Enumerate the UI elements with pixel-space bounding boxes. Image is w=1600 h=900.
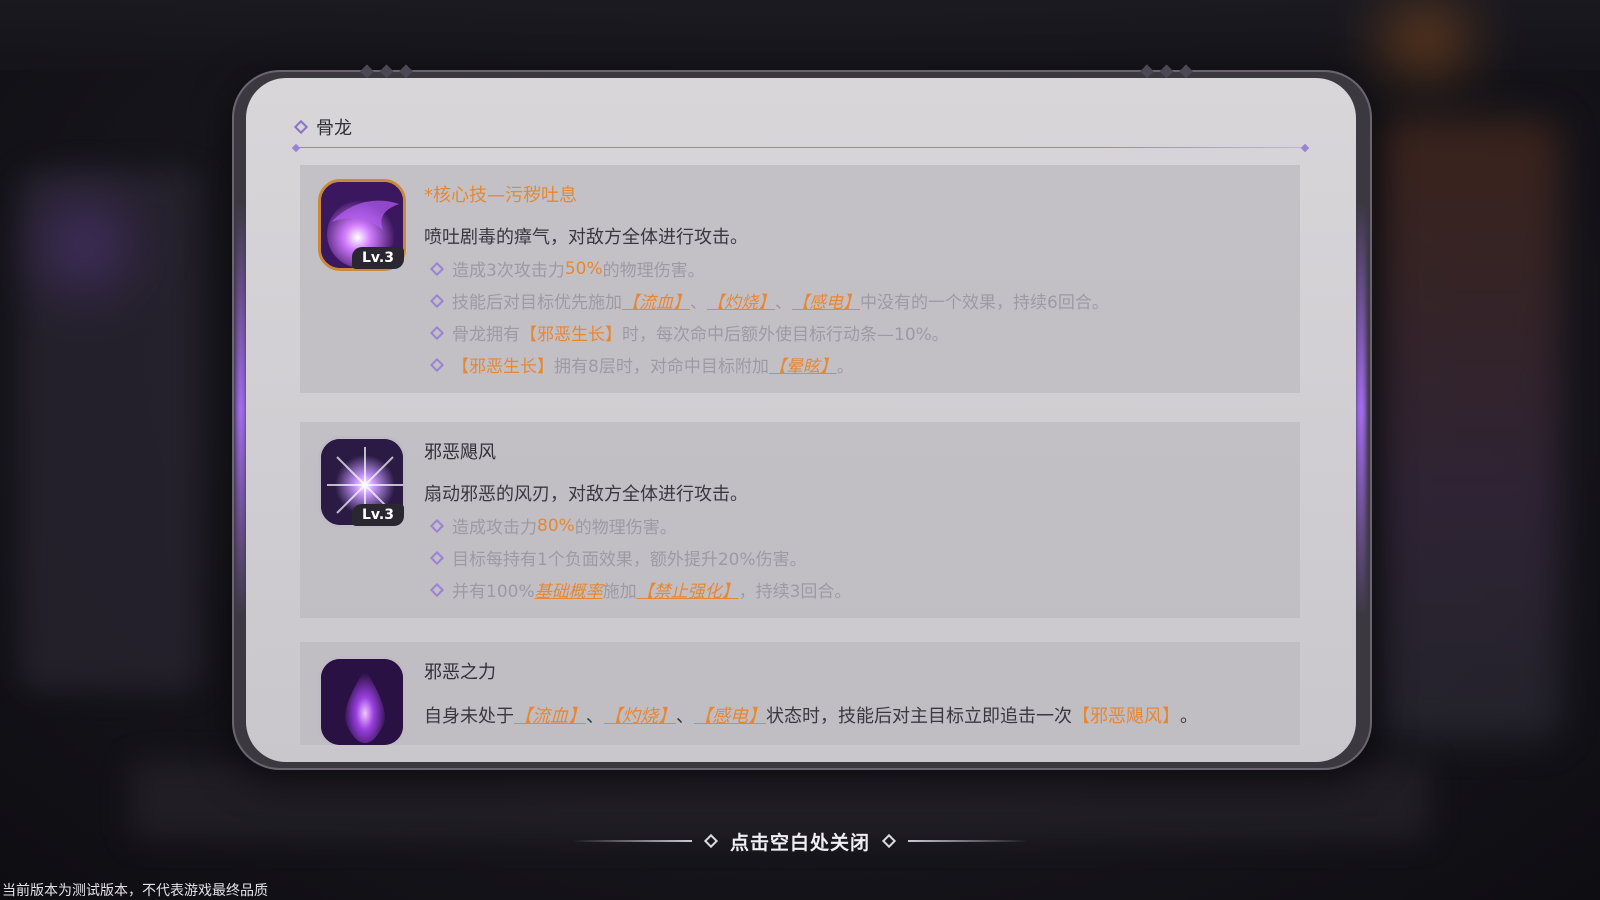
skill-effect-line: 并有100% 基础概率 施加 【禁止强化】 ，持续3回合。 <box>429 577 852 602</box>
skill-card-core: Lv.3 *核心技—污秽吐息 喷吐剧毒的瘴气，对敌方全体进行攻击。 造成3次攻击… <box>300 165 1300 393</box>
skill-level-badge: Lv.3 <box>352 504 404 526</box>
term-link-base-chance[interactable]: 基础概率 <box>535 577 603 602</box>
close-hint-text[interactable]: 点击空白处关闭 <box>730 828 870 855</box>
skill-effect-line: 目标每持有1个负面效果，额外提升20%伤害。 <box>429 545 807 570</box>
background-blur-spot <box>40 200 130 290</box>
close-hint[interactable]: 点击空白处关闭 <box>570 826 1030 856</box>
effect-value: 50% <box>564 258 603 279</box>
effect-text: 技能后对目标优先施加 <box>452 293 622 313</box>
status-link-burn[interactable]: 【灼烧】 <box>604 702 676 728</box>
bullet-diamond-icon <box>429 325 445 340</box>
skill-effect-line: 【邪恶生长】 拥有8层时，对命中目标附加 【晕眩】。 <box>429 352 854 377</box>
status-link-bleed[interactable]: 【流血】 <box>622 288 690 313</box>
effect-text: 造成攻击力 <box>452 518 537 538</box>
effect-text: 状态时，技能后对主目标立即追击一次 <box>766 706 1072 727</box>
effect-text: ，持续3回合。 <box>738 582 852 602</box>
status-link-shock[interactable]: 【感电】 <box>694 702 766 728</box>
effect-text: 目标每持有1个负面效果，额外提升20%伤害。 <box>452 550 807 570</box>
skill-card: Lv.3 邪恶飓风 扇动邪恶的风刃，对敌方全体进行攻击。 造成攻击力 80% 的物理… <box>300 422 1300 618</box>
status-link-enhance-block[interactable]: 【禁止强化】 <box>637 577 739 602</box>
skill-name: 邪恶之力 <box>424 662 496 683</box>
test-version-watermark: 当前版本为测试版本，不代表游戏最终品质 <box>2 883 268 899</box>
skill-effect-line: 造成3次攻击力 50% 的物理伤害。 <box>429 256 705 281</box>
skill-effect-line: 技能后对目标优先施加 【流血】、【灼烧】、【感电】 中没有的一个效果，持续6回合。 <box>429 288 1109 313</box>
skill-effect-line: 造成攻击力 80% 的物理伤害。 <box>429 513 677 538</box>
background-top-bar <box>0 0 1600 70</box>
effect-text: 施加 <box>602 582 637 602</box>
frame-glow-right <box>1356 200 1366 620</box>
close-hint-line <box>571 840 692 842</box>
effect-text: 自身未处于 <box>424 706 514 727</box>
skill-ref-evil-cyclone: 【邪恶飓风】 <box>1072 706 1180 727</box>
close-hint-diamond-icon <box>703 833 719 849</box>
status-evil-growth: 【邪恶生长】 <box>520 325 622 345</box>
effect-text: 的物理伤害。 <box>602 261 705 281</box>
skill-description: 扇动邪恶的风刃，对敌方全体进行攻击。 <box>424 484 748 505</box>
background-right-panel <box>1380 120 1560 740</box>
skill-name: *核心技—污秽吐息 <box>424 185 577 206</box>
skill-description: 自身未处于 【流血】、【灼烧】、【感电】 状态时，技能后对主目标立即追击一次 【邪恶飓… <box>424 702 1198 728</box>
frame-glow-left <box>236 200 246 620</box>
status-link-stun[interactable]: 【晕眩】 <box>769 352 837 377</box>
status-link-burn[interactable]: 【灼烧】 <box>707 288 775 313</box>
effect-text: 。 <box>1180 706 1198 727</box>
bullet-diamond-icon <box>429 550 445 565</box>
dialog-title: 骨龙 <box>316 118 352 139</box>
diamond-icon <box>293 119 309 135</box>
effect-text: 的物理伤害。 <box>574 518 677 538</box>
skill-effect-line: 骨龙拥有 【邪恶生长】 时，每次命中后额外使目标行动条—10%。 <box>429 320 949 345</box>
effect-text: 。 <box>836 357 854 377</box>
skill-name: 邪恶飓风 <box>424 442 496 463</box>
bullet-diamond-icon <box>429 293 445 308</box>
status-link-bleed[interactable]: 【流血】 <box>514 702 586 728</box>
status-evil-growth: 【邪恶生长】 <box>452 357 554 377</box>
skill-description: 喷吐剧毒的瘴气，对敌方全体进行攻击。 <box>424 227 748 248</box>
effect-value: 80% <box>537 515 575 536</box>
close-hint-line <box>908 840 1028 842</box>
effect-text: 骨龙拥有 <box>452 325 520 345</box>
dialog-header: 骨龙 <box>293 114 352 140</box>
effect-text: 时，每次命中后额外使目标行动条—10%。 <box>622 325 949 345</box>
status-link-shock[interactable]: 【感电】 <box>792 288 860 313</box>
skill-list[interactable]: Lv.3 *核心技—污秽吐息 喷吐剧毒的瘴气，对敌方全体进行攻击。 造成3次攻击… <box>300 165 1310 745</box>
separator: 、 <box>690 293 707 313</box>
effect-text: 中没有的一个效果，持续6回合。 <box>860 293 1109 313</box>
bullet-diamond-icon <box>429 357 445 372</box>
separator: 、 <box>775 293 792 313</box>
evil-power-skill-icon <box>318 656 406 745</box>
close-hint-diamond-icon <box>881 833 897 849</box>
header-divider <box>296 147 1306 148</box>
background-blur-spot <box>1380 10 1470 70</box>
bullet-diamond-icon <box>429 518 445 533</box>
effect-text: 拥有8层时，对命中目标附加 <box>554 357 769 377</box>
bullet-diamond-icon <box>429 261 445 276</box>
separator: 、 <box>586 706 604 727</box>
effect-text: 造成3次攻击力 <box>452 261 565 281</box>
skill-card-passive: 邪恶之力 自身未处于 【流血】、【灼烧】、【感电】 状态时，技能后对主目标立即追击一… <box>300 642 1300 745</box>
separator: 、 <box>676 706 694 727</box>
skill-level-badge: Lv.3 <box>352 247 404 269</box>
bullet-diamond-icon <box>429 582 445 597</box>
effect-text: 并有100% <box>452 582 535 602</box>
